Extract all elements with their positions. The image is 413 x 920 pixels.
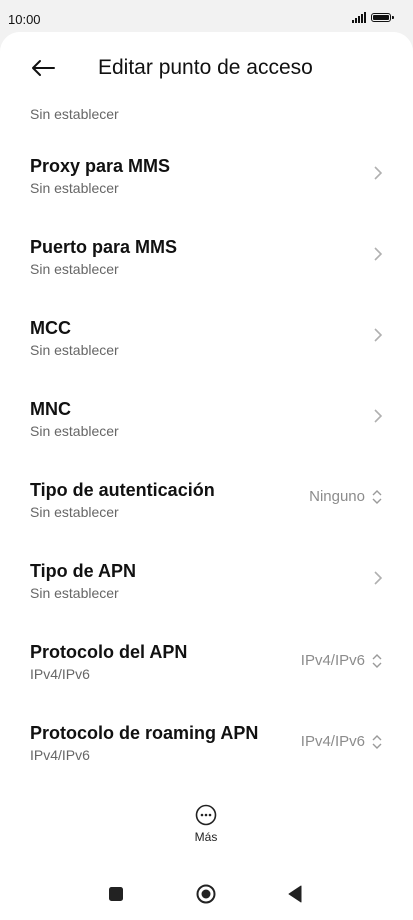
- row-title: Proxy para MMS: [30, 156, 171, 176]
- battery-icon: [371, 13, 394, 22]
- row-proxy-mms[interactable]: Proxy para MMS Sin establecer: [0, 156, 413, 236]
- up-down-chevron-icon: [372, 489, 382, 504]
- more-horizontal-circle-icon: [195, 804, 217, 826]
- system-navigation-bar: [0, 880, 413, 920]
- square-icon: [109, 887, 123, 901]
- row-title: Protocolo del APN: [30, 642, 188, 662]
- row-title: MCC: [30, 318, 71, 338]
- chevron-right-icon: [374, 247, 383, 261]
- row-subtitle: Sin establecer: [30, 423, 119, 439]
- row-subtitle: Sin establecer: [30, 342, 119, 358]
- row-apn-protocol[interactable]: Protocolo del APN IPv4/IPv6 IPv4/IPv6: [0, 642, 413, 722]
- selected-value: IPv4/IPv6: [300, 733, 365, 750]
- up-down-chevron-icon: [372, 734, 382, 749]
- row-title: Puerto para MMS: [30, 237, 178, 257]
- row-title: Tipo de APN: [30, 561, 137, 581]
- row-mcc[interactable]: MCC Sin establecer: [0, 318, 413, 398]
- back-button[interactable]: [20, 50, 64, 86]
- row-roaming-protocol[interactable]: Protocolo de roaming APN IPv4/IPv6 IPv4/…: [0, 723, 413, 803]
- signal-icon: [352, 12, 366, 23]
- settings-sheet: Sin establecer Proxy para MMS Sin establ…: [0, 32, 413, 920]
- nav-home-button[interactable]: [196, 884, 216, 909]
- row-subtitle: IPv4/IPv6: [30, 666, 90, 682]
- chevron-right-icon: [374, 571, 383, 585]
- status-icons: [352, 12, 394, 23]
- selected-value: IPv4/IPv6: [300, 652, 365, 669]
- row-subtitle: Sin establecer: [30, 180, 119, 196]
- row-title: Tipo de autenticación: [30, 480, 215, 500]
- row-subtitle: Sin establecer: [30, 585, 119, 601]
- row-subtitle: Sin establecer: [30, 504, 119, 520]
- triangle-left-icon: [288, 885, 302, 903]
- arrow-left-icon: [32, 60, 55, 76]
- auth-type-selector[interactable]: Ninguno: [309, 488, 383, 505]
- row-mnc[interactable]: MNC Sin establecer: [0, 399, 413, 479]
- apn-protocol-selector[interactable]: IPv4/IPv6: [301, 652, 383, 669]
- roaming-protocol-selector[interactable]: IPv4/IPv6: [301, 733, 383, 750]
- app-header: Editar punto de acceso: [0, 32, 413, 104]
- status-time: 10:00: [8, 12, 41, 27]
- row-apn-type[interactable]: Tipo de APN Sin establecer: [0, 561, 413, 641]
- nav-recents-button[interactable]: [108, 886, 124, 907]
- more-button[interactable]: Más: [176, 804, 236, 852]
- more-label: Más: [194, 830, 218, 844]
- nav-back-button[interactable]: [288, 885, 302, 908]
- selected-value: Ninguno: [309, 488, 365, 505]
- chevron-right-icon: [374, 166, 383, 180]
- page-title: Editar punto de acceso: [98, 56, 313, 79]
- row-mms-port[interactable]: Puerto para MMS Sin establecer: [0, 237, 413, 317]
- chevron-right-icon: [374, 409, 383, 423]
- row-subtitle: IPv4/IPv6: [30, 747, 90, 763]
- chevron-right-icon: [374, 328, 383, 342]
- row-auth-type[interactable]: Tipo de autenticación Sin establecer Nin…: [0, 480, 413, 560]
- row-title: Protocolo de roaming APN: [30, 723, 259, 743]
- row-title: MNC: [30, 399, 71, 419]
- row-subtitle: Sin establecer: [30, 106, 119, 122]
- up-down-chevron-icon: [372, 653, 382, 668]
- circle-icon: [196, 884, 216, 904]
- row-subtitle: Sin establecer: [30, 261, 119, 277]
